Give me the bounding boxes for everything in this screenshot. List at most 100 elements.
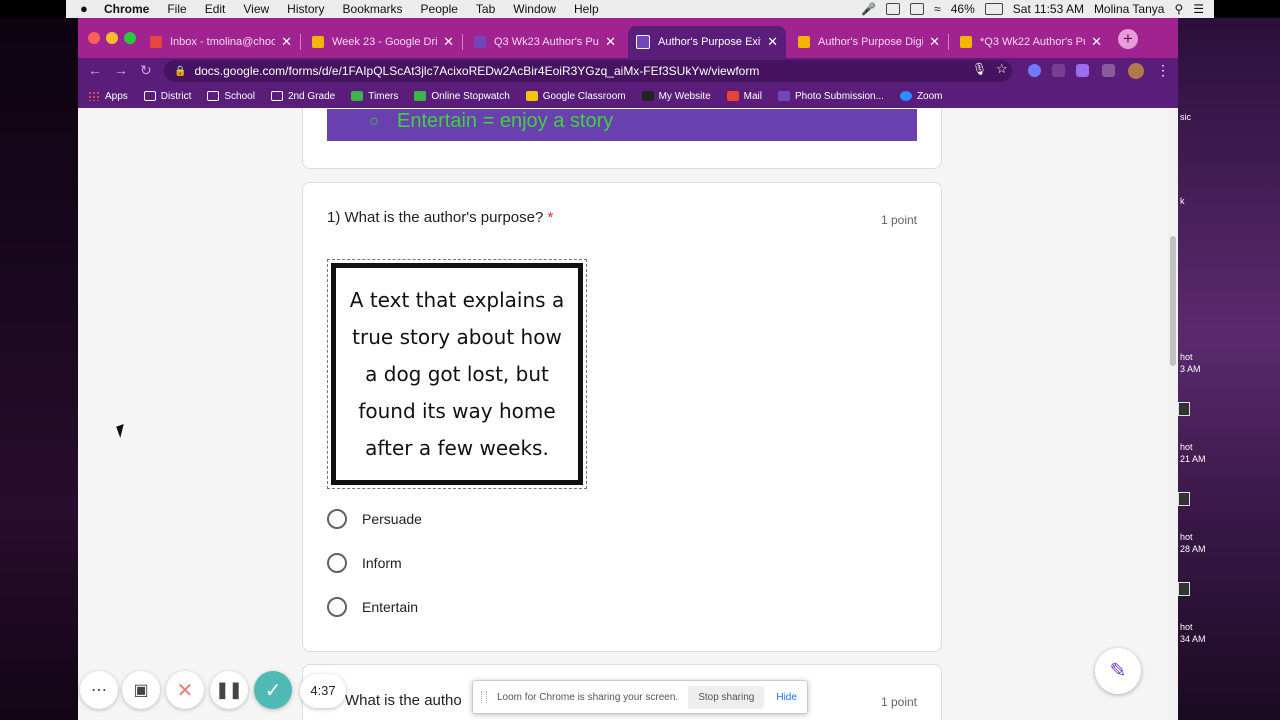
address-bar[interactable]: 🔒 docs.google.com/forms/d/e/1FAIpQLScAt3… — [164, 60, 1012, 82]
tab-google-drive[interactable]: Week 23 - Google Drive ✕ — [304, 26, 462, 58]
desktop-file-icon[interactable] — [1178, 492, 1190, 506]
bookmark-zoom[interactable]: Zoom — [899, 91, 943, 102]
bookmark-mail[interactable]: Mail — [726, 91, 762, 102]
tab-authors-purpose-exit[interactable]: Author's Purpose Exit Ti ✕ — [628, 26, 786, 58]
extension-icon[interactable] — [1076, 64, 1089, 77]
voice-search-icon[interactable]: 🎙 — [972, 62, 987, 76]
option-label: Persuade — [362, 511, 422, 527]
drag-handle-icon[interactable] — [481, 691, 487, 703]
bookmark-label: Online Stopwatch — [431, 90, 510, 102]
tab-authors-purpose-digital[interactable]: Author's Purpose Digita ✕ — [790, 26, 948, 58]
new-tab-button[interactable]: + — [1118, 29, 1138, 49]
menu-view[interactable]: View — [243, 2, 269, 16]
stop-sharing-button[interactable]: Stop sharing — [688, 685, 765, 709]
tab-separator — [462, 34, 463, 50]
desktop-background-left — [0, 18, 78, 720]
forms-icon — [778, 91, 790, 101]
bookmark-district[interactable]: District — [143, 91, 191, 102]
bookmark-2nd-grade[interactable]: 2nd Grade — [270, 91, 335, 102]
forward-arrow-icon[interactable]: → — [114, 62, 128, 78]
banner-bullet: ○ — [369, 113, 379, 130]
tab-inbox[interactable]: Inbox - tmolina@choosn ✕ — [142, 26, 300, 58]
maximize-window-button[interactable] — [124, 32, 136, 44]
classroom-icon — [525, 91, 538, 101]
menu-list-icon[interactable]: ☰ — [1193, 2, 1204, 16]
menu-user[interactable]: Molina Tanya — [1094, 2, 1165, 16]
bookmark-my-website[interactable]: My Website — [641, 90, 711, 102]
radio-button[interactable] — [327, 597, 347, 617]
pencil-edit-button[interactable]: ✎ — [1095, 648, 1141, 694]
bookmark-google-classroom[interactable]: Google Classroom — [525, 91, 626, 102]
question-card: 1) What is the author's purpose? * 1 poi… — [302, 182, 942, 652]
wifi-icon[interactable]: ≈ — [934, 2, 941, 16]
loom-camera-toggle-button[interactable]: ▣ — [122, 671, 160, 709]
extension-icon[interactable] — [1028, 64, 1041, 77]
radio-button[interactable] — [327, 509, 347, 529]
bookmark-photo-submission[interactable]: Photo Submission... — [778, 91, 884, 102]
bookmark-timers[interactable]: Timers — [351, 91, 398, 102]
app-status-icon[interactable] — [886, 3, 901, 15]
option-persuade[interactable]: Persuade — [327, 509, 422, 529]
page-scrollbar[interactable] — [1168, 108, 1178, 720]
desktop-file-icon[interactable] — [1178, 582, 1190, 596]
bookmark-label: Timers — [368, 90, 399, 102]
close-tab-icon[interactable]: ✕ — [1091, 34, 1102, 50]
menu-bookmarks[interactable]: Bookmarks — [343, 2, 403, 16]
close-tab-icon[interactable]: ✕ — [605, 34, 616, 50]
next-question-points: 1 point — [880, 695, 917, 709]
microphone-status-icon[interactable]: 🎤 — [861, 2, 876, 16]
apple-menu-icon[interactable]: ● — [80, 2, 94, 16]
menu-window[interactable]: Window — [513, 2, 556, 16]
desktop-label: 28 AM — [1180, 544, 1206, 554]
loom-more-button[interactable]: ⋯ — [80, 671, 118, 709]
lock-icon[interactable]: 🔒 — [174, 66, 186, 77]
radio-button[interactable] — [327, 553, 347, 573]
bookmark-star-icon[interactable]: ☆ — [996, 61, 1009, 76]
extension-icon[interactable] — [1052, 64, 1065, 77]
tab-q3-wk23[interactable]: Q3 Wk23 Author's Purp ✕ — [466, 26, 624, 58]
back-arrow-icon[interactable]: ← — [88, 62, 102, 78]
more-menu-icon[interactable]: ⋮ — [1156, 62, 1170, 79]
folder-icon — [143, 91, 156, 101]
option-inform[interactable]: Inform — [327, 553, 402, 573]
menu-file[interactable]: File — [167, 2, 186, 16]
share-message: Loom for Chrome is sharing your screen. — [497, 691, 679, 703]
loom-pause-button[interactable]: ❚❚ — [210, 671, 248, 709]
airplay-icon[interactable] — [910, 3, 925, 15]
close-tab-icon[interactable]: ✕ — [443, 34, 454, 50]
tab-title: Inbox - tmolina@choosn — [170, 36, 276, 48]
battery-icon[interactable] — [984, 3, 1003, 15]
option-entertain[interactable]: Entertain — [327, 597, 418, 617]
menu-edit[interactable]: Edit — [205, 2, 226, 16]
bookmark-apps[interactable]: Apps — [88, 91, 128, 102]
tab-q3-wk22[interactable]: *Q3 Wk22 Author's Purp ✕ — [952, 26, 1110, 58]
option-label: Entertain — [362, 599, 419, 615]
spotlight-search-icon[interactable]: ⚲ — [1174, 2, 1183, 16]
close-tab-icon[interactable]: ✕ — [929, 34, 940, 50]
minimize-window-button[interactable] — [106, 32, 118, 44]
close-window-button[interactable] — [88, 32, 100, 44]
menu-app-name[interactable]: Chrome — [104, 2, 149, 16]
bookmark-online-stopwatch[interactable]: Online Stopwatch — [414, 90, 510, 102]
next-question-title: What is the autho — [345, 692, 462, 709]
close-tab-icon[interactable]: ✕ — [767, 34, 778, 50]
question-text: 1) What is the author's purpose? — [327, 209, 544, 226]
reload-icon[interactable]: ↻ — [140, 62, 152, 79]
extensions-puzzle-icon[interactable] — [1102, 64, 1115, 77]
desktop-file-icon[interactable] — [1178, 402, 1190, 416]
menu-clock[interactable]: Sat 11:53 AM — [1013, 2, 1084, 16]
menu-people[interactable]: People — [421, 2, 458, 16]
scrollbar-thumb[interactable] — [1170, 236, 1176, 366]
loom-cancel-button[interactable]: ✕ — [166, 671, 204, 709]
bookmark-label: My Website — [658, 90, 711, 102]
profile-avatar[interactable] — [1128, 63, 1144, 79]
bookmark-school[interactable]: School — [207, 91, 255, 102]
close-tab-icon[interactable]: ✕ — [281, 34, 292, 50]
menu-history[interactable]: History — [287, 2, 324, 16]
menu-tab[interactable]: Tab — [476, 2, 495, 16]
loom-finish-button[interactable]: ✓ — [254, 671, 292, 709]
hide-button[interactable]: Hide — [776, 692, 797, 703]
tab-separator — [948, 34, 949, 50]
menu-help[interactable]: Help — [574, 2, 599, 16]
battery-percent[interactable]: 46% — [951, 2, 975, 16]
